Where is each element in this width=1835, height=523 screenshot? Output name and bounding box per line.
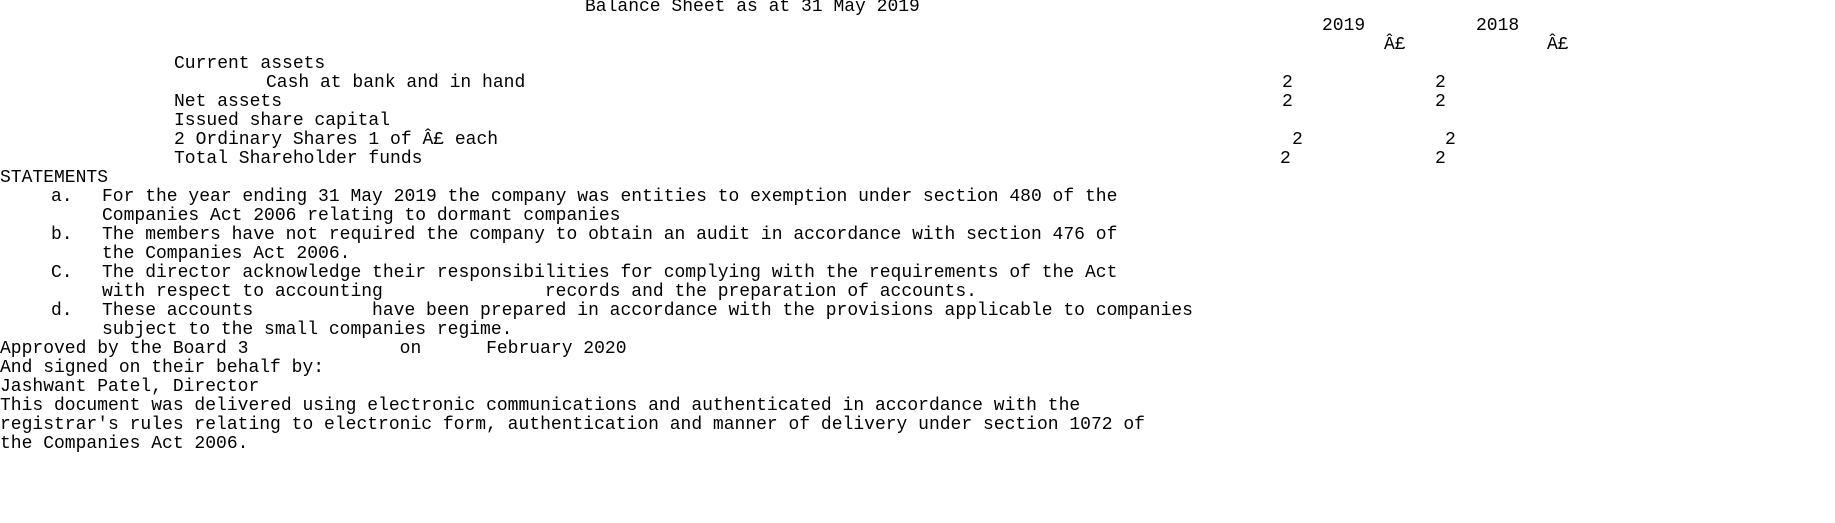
ordinary-shares-2019: 2 bbox=[1292, 130, 1303, 150]
column-header-2019: 2019 bbox=[1322, 16, 1366, 36]
currency-header-2018: Â£ bbox=[1547, 35, 1569, 55]
net-assets-2018: 2 bbox=[1435, 92, 1446, 112]
page-title: Balance Sheet as at 31 May 2019 bbox=[585, 0, 920, 17]
net-assets-2019: 2 bbox=[1282, 92, 1293, 112]
total-shareholder-funds-label: Total Shareholder funds bbox=[174, 149, 423, 169]
cash-at-bank-label: Cash at bank and in hand bbox=[266, 73, 526, 93]
total-shareholder-funds-2018: 2 bbox=[1435, 149, 1446, 169]
statement-c-marker: C. bbox=[51, 263, 73, 283]
statement-d-marker: d. bbox=[51, 301, 73, 321]
currency-header-2019: Â£ bbox=[1384, 35, 1406, 55]
footer-line-3: the Companies Act 2006. bbox=[0, 434, 249, 454]
column-header-2018: 2018 bbox=[1476, 16, 1520, 36]
statement-b-marker: b. bbox=[51, 225, 73, 245]
total-shareholder-funds-2019: 2 bbox=[1280, 149, 1291, 169]
ordinary-shares-2018: 2 bbox=[1445, 130, 1456, 150]
statement-a-marker: a. bbox=[51, 187, 73, 207]
